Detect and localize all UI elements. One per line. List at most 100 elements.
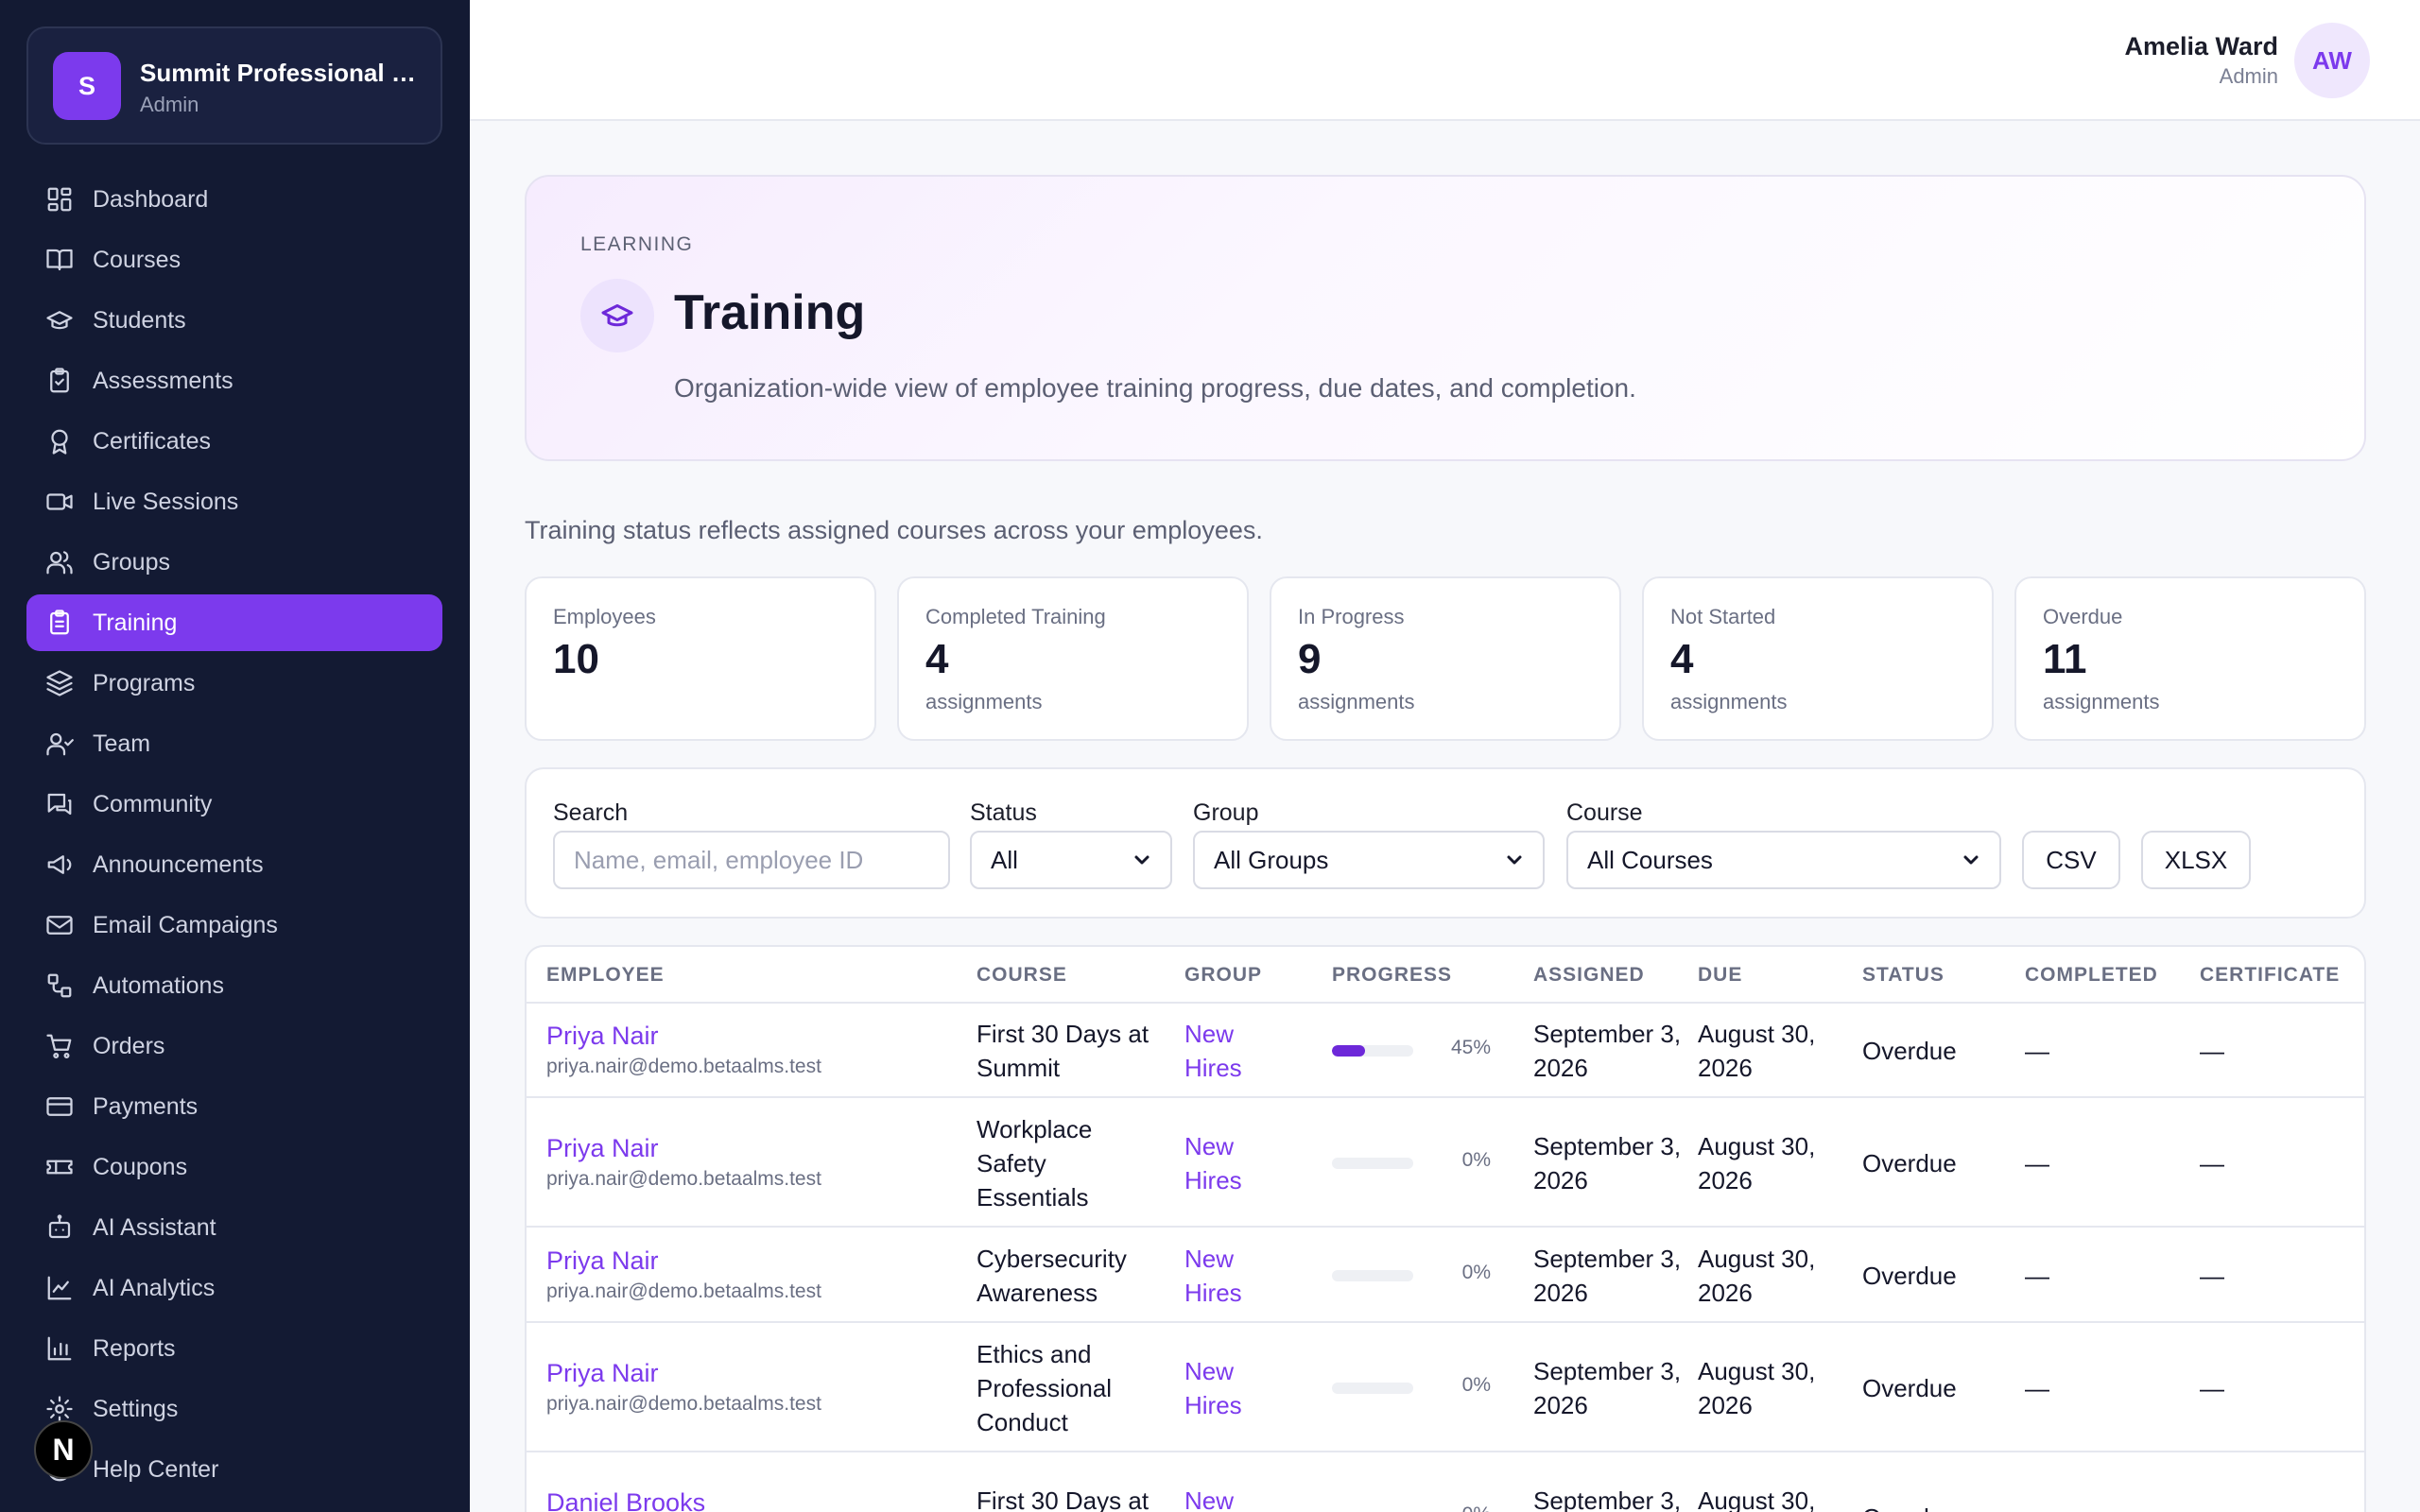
progress-percent: 0% — [1434, 1503, 1491, 1512]
sidebar-item-label: Assessments — [93, 367, 233, 394]
group-link[interactable]: New Hires — [1184, 1354, 1260, 1422]
stat-sub: assignments — [925, 690, 1043, 713]
sidebar-item-assessments[interactable]: Assessments — [26, 352, 442, 409]
employee-email: priya.nair@demo.betaalms.test — [546, 1167, 821, 1190]
table-header: EMPLOYEE COURSE GROUP PROGRESS ASSIGNED … — [527, 947, 2364, 1004]
certificate-value: — — [2200, 1501, 2224, 1512]
sidebar-item-reports[interactable]: Reports — [26, 1320, 442, 1377]
column-header[interactable]: PROGRESS — [1332, 964, 1452, 987]
sidebar-item-training[interactable]: Training — [26, 594, 442, 651]
column-header[interactable]: DUE — [1698, 964, 1742, 987]
chevron-down-icon — [1507, 855, 1522, 865]
group-link[interactable]: New Hires — [1184, 1017, 1260, 1085]
group-select[interactable]: All Groups — [1193, 831, 1545, 889]
assigned-date: September 3, 2026 — [1533, 1244, 1682, 1307]
group-link[interactable]: New Hires — [1184, 1242, 1260, 1310]
sidebar-item-live-sessions[interactable]: Live Sessions — [26, 473, 442, 530]
status-select[interactable]: All — [970, 831, 1172, 889]
page-hero: LEARNING Training Organization-wide view… — [525, 175, 2366, 461]
users-icon — [46, 551, 73, 575]
sidebar-item-payments[interactable]: Payments — [26, 1078, 442, 1135]
group-label: Group — [1193, 799, 1259, 826]
stat-card-overdue: Overdue 11 assignments — [2014, 576, 2366, 741]
info-text: Training status reflects assigned course… — [525, 516, 1263, 544]
sidebar-item-dashboard[interactable]: Dashboard — [26, 171, 442, 228]
progress-percent: 45% — [1450, 1037, 1491, 1058]
sidebar-item-ai-analytics[interactable]: AI Analytics — [26, 1260, 442, 1316]
sidebar: S Summit Professional Services Admin Das… — [0, 0, 470, 1512]
progress-percent: 0% — [1461, 1261, 1491, 1283]
table-row[interactable]: Priya Nair priya.nair@demo.betaalms.test… — [527, 1323, 2364, 1452]
export-csv-button[interactable]: CSV — [2022, 831, 2120, 889]
sidebar-item-label: Team — [93, 730, 151, 757]
sidebar-item-community[interactable]: Community — [26, 776, 442, 833]
dev-tools-badge[interactable]: N — [34, 1420, 93, 1479]
sidebar-item-orders[interactable]: Orders — [26, 1018, 442, 1074]
sidebar-item-settings[interactable]: Settings — [26, 1381, 442, 1437]
column-header[interactable]: CERTIFICATE — [2200, 964, 2340, 987]
due-date: August 30, 2026 — [1698, 1244, 1816, 1307]
ticket-icon — [46, 1160, 73, 1175]
export-xlsx-button[interactable]: XLSX — [2141, 831, 2251, 889]
assigned-date: September 3, 2026 — [1533, 1131, 1682, 1194]
employee-name-link[interactable]: Priya Nair — [546, 1244, 659, 1278]
sidebar-item-students[interactable]: Students — [26, 292, 442, 349]
table-row[interactable]: Daniel Brooks daniel.brooks@demo.betaalm… — [527, 1452, 2364, 1512]
bot-icon — [48, 1214, 71, 1239]
stat-sub: assignments — [1298, 690, 1415, 713]
cart-icon — [46, 1034, 72, 1058]
table-row[interactable]: Priya Nair priya.nair@demo.betaalms.test… — [527, 1098, 2364, 1228]
sidebar-item-programs[interactable]: Programs — [26, 655, 442, 712]
org-switcher[interactable]: S Summit Professional Services Admin — [26, 26, 442, 145]
group-link[interactable]: New Hires — [1184, 1484, 1260, 1512]
line-chart-icon — [47, 1276, 72, 1300]
chevron-down-icon — [1134, 855, 1150, 865]
stat-value: 4 — [925, 636, 949, 682]
stat-sub: assignments — [1670, 690, 1788, 713]
sidebar-item-groups[interactable]: Groups — [26, 534, 442, 591]
status-select-value: All — [991, 845, 1018, 874]
column-header[interactable]: GROUP — [1184, 964, 1262, 987]
progress-percent: 0% — [1461, 1373, 1491, 1396]
sidebar-item-courses[interactable]: Courses — [26, 232, 442, 288]
sidebar-item-label: Groups — [93, 548, 170, 576]
column-header[interactable]: COURSE — [977, 964, 1067, 987]
table-row[interactable]: Priya Nair priya.nair@demo.betaalms.test… — [527, 1228, 2364, 1323]
sidebar-item-coupons[interactable]: Coupons — [26, 1139, 442, 1195]
graduation-cap-icon — [46, 311, 73, 330]
progress-percent: 0% — [1461, 1148, 1491, 1171]
search-input[interactable]: Name, email, employee ID — [553, 831, 950, 889]
certificate-value: — — [2200, 1261, 2224, 1290]
user-avatar[interactable]: AW — [2294, 23, 2370, 98]
employee-name-link[interactable]: Daniel Brooks — [546, 1486, 705, 1512]
progress-bar — [1332, 1269, 1413, 1281]
book-icon — [46, 249, 73, 271]
completed-date: — — [2025, 1037, 2049, 1065]
sidebar-item-ai-assistant[interactable]: AI Assistant — [26, 1199, 442, 1256]
sidebar-item-label: Live Sessions — [93, 488, 239, 515]
sidebar-item-automations[interactable]: Automations — [26, 957, 442, 1014]
course-select[interactable]: All Courses — [1566, 831, 2001, 889]
course-name: First 30 Days at Summit — [977, 1020, 1150, 1082]
user-name: Amelia Ward — [2124, 32, 2278, 60]
column-header[interactable]: COMPLETED — [2025, 964, 2158, 987]
stat-value: 11 — [2043, 636, 2087, 682]
status-text: Overdue — [1862, 1501, 1957, 1512]
table-row[interactable]: Priya Nair priya.nair@demo.betaalms.test… — [527, 1004, 2364, 1098]
sidebar-item-certificates[interactable]: Certificates — [26, 413, 442, 470]
employee-name-link[interactable]: Priya Nair — [546, 1019, 659, 1053]
course-name: First 30 Days at Summit — [977, 1486, 1150, 1512]
column-header[interactable]: EMPLOYEE — [546, 964, 665, 987]
graduation-cap-icon — [580, 279, 654, 352]
employee-name-link[interactable]: Priya Nair — [546, 1131, 659, 1165]
sidebar-item-team[interactable]: Team — [26, 715, 442, 772]
course-name: Cybersecurity Awareness — [977, 1244, 1127, 1307]
group-link[interactable]: New Hires — [1184, 1129, 1260, 1197]
sidebar-item-announcements[interactable]: Announcements — [26, 836, 442, 893]
column-header[interactable]: STATUS — [1862, 964, 1945, 987]
employee-name-link[interactable]: Priya Nair — [546, 1356, 659, 1390]
sidebar-item-email-campaigns[interactable]: Email Campaigns — [26, 897, 442, 954]
course-name: Workplace Safety Essentials — [977, 1114, 1093, 1211]
chevron-down-icon — [1963, 855, 1979, 865]
column-header[interactable]: ASSIGNED — [1533, 964, 1645, 987]
